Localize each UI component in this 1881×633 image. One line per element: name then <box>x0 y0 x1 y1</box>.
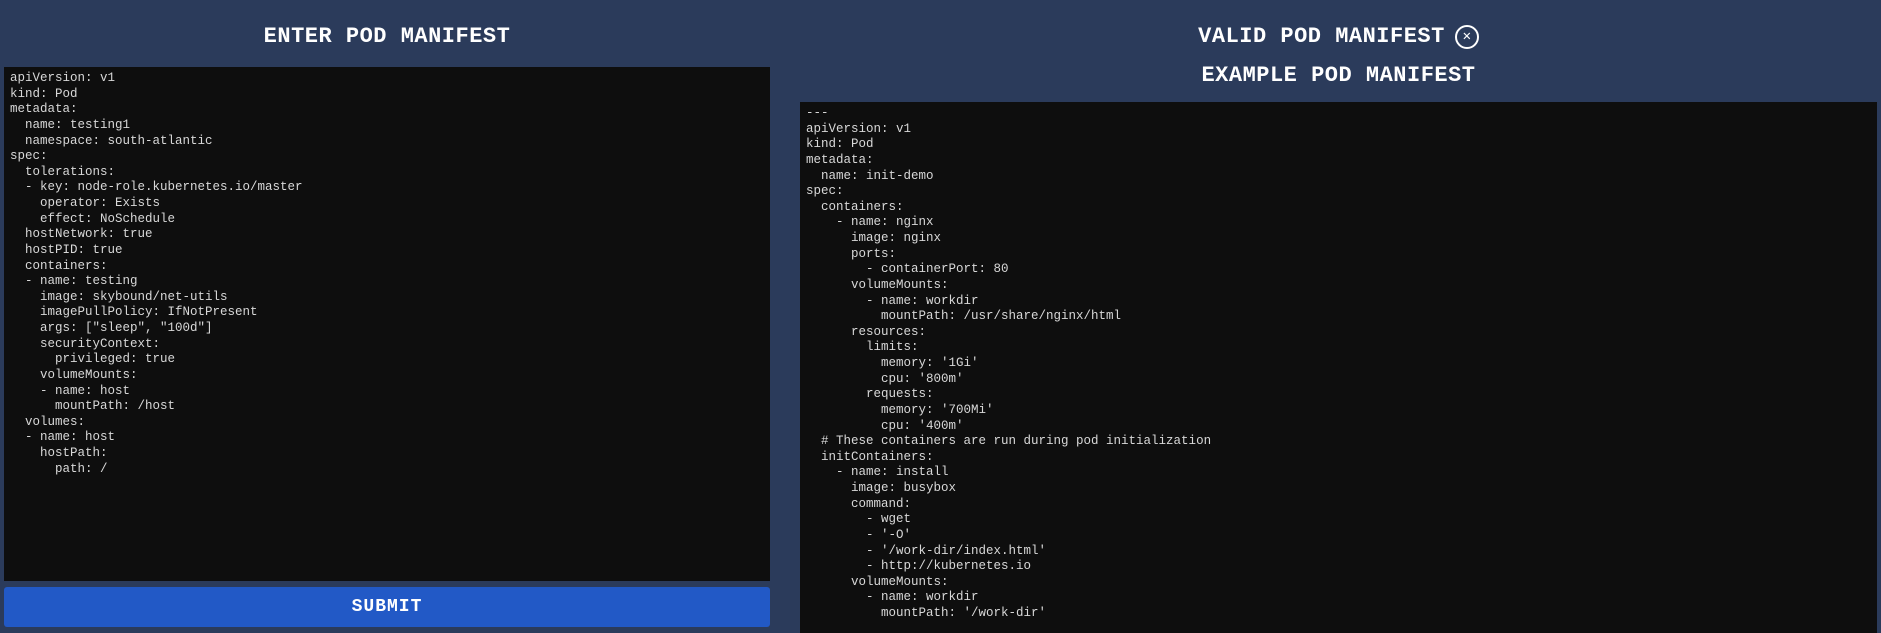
example-manifest-output: --- apiVersion: v1 kind: Pod metadata: n… <box>800 102 1877 633</box>
close-circle-icon: ✕ <box>1455 25 1479 49</box>
submit-button[interactable]: SUBMIT <box>4 587 770 627</box>
app-container: ENTER POD MANIFEST SUBMIT VALID POD MANI… <box>0 0 1881 633</box>
validation-status: VALID POD MANIFEST ✕ <box>800 0 1877 55</box>
result-panel: VALID POD MANIFEST ✕ EXAMPLE POD MANIFES… <box>800 0 1881 633</box>
example-manifest-title: EXAMPLE POD MANIFEST <box>800 55 1877 102</box>
enter-manifest-panel: ENTER POD MANIFEST SUBMIT <box>0 0 770 633</box>
validation-status-text: VALID POD MANIFEST <box>1198 24 1445 49</box>
manifest-input[interactable] <box>4 67 770 581</box>
enter-manifest-title: ENTER POD MANIFEST <box>4 0 770 67</box>
